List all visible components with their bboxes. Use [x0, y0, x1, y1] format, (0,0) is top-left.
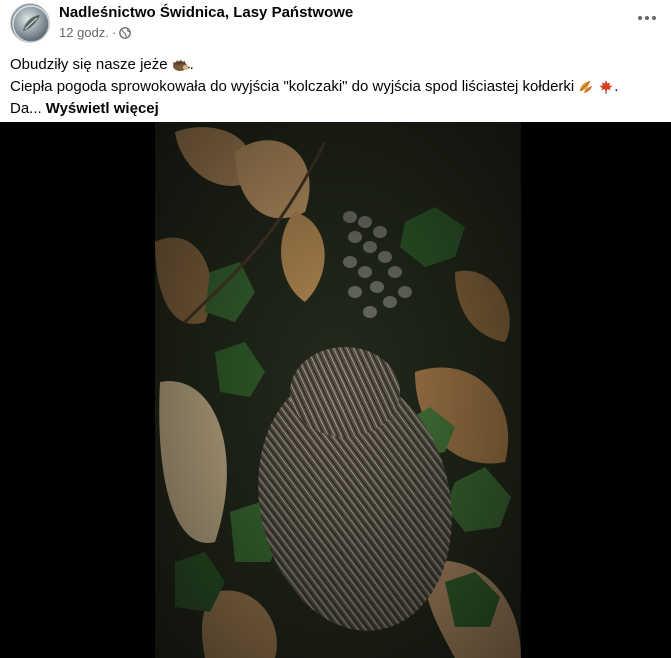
post-text-truncated: Da...	[10, 100, 42, 117]
page-name[interactable]: Nadleśnictwo Świdnica, Lasy Państwowe	[59, 4, 353, 21]
post-text-line-1: Obudziły się nasze jeże .	[10, 54, 660, 76]
post-media[interactable]	[0, 122, 671, 658]
hedgehog-photo-image	[155, 122, 521, 658]
post-text-line-1-content: Obudziły się nasze jeże	[10, 56, 168, 73]
period-1: .	[189, 56, 194, 73]
post-time[interactable]: 12 godz.	[59, 25, 109, 40]
post-text-line-2: Ciepła pogoda sprowokowała do wyjścia "k…	[10, 76, 660, 98]
post-text-line-2-content: Ciepła pogoda sprowokowała do wyjścia "k…	[10, 78, 575, 95]
post-header: Nadleśnictwo Świdnica, Lasy Państwowe 12…	[0, 0, 671, 48]
more-options-button[interactable]	[635, 6, 659, 30]
globe-icon	[119, 26, 132, 39]
avatar-logo-icon	[12, 5, 49, 42]
meta-separator: ·	[111, 25, 117, 40]
maple-leaf-emoji	[599, 80, 613, 94]
see-more-link[interactable]: Wyświetl więcej	[46, 98, 159, 120]
avatar[interactable]	[10, 3, 50, 43]
post-text-line-3: Da... Wyświetl więcej	[10, 98, 660, 120]
hedgehog-emoji	[172, 59, 190, 71]
period-2: .	[614, 78, 619, 95]
fallen-leaf-emoji	[579, 80, 593, 93]
post-meta: 12 godz. ·	[59, 25, 132, 40]
post-photo[interactable]	[155, 122, 521, 658]
more-options-icon	[638, 16, 656, 20]
post-text: Obudziły się nasze jeże . Ciepła pogoda …	[10, 54, 660, 120]
